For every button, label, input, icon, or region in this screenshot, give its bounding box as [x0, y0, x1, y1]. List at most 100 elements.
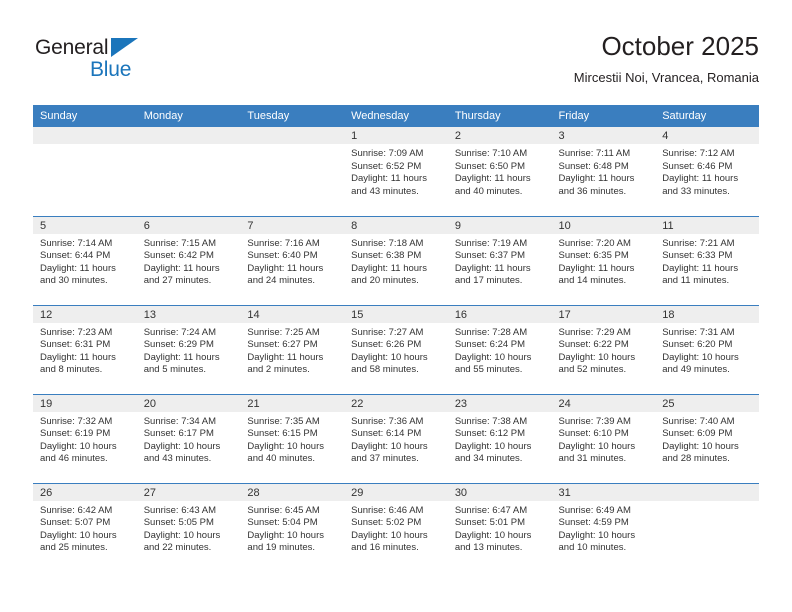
- calendar-day-cell[interactable]: 17 Sunrise: 7:29 AM Sunset: 6:22 PM Dayligh…: [551, 304, 656, 394]
- sunset-text: Sunset: 6:19 PM: [40, 428, 111, 440]
- sunrise-text: Sunrise: 7:14 AM: [40, 237, 113, 249]
- sunset-text: Sunset: 6:46 PM: [662, 160, 733, 172]
- day-number: 16: [447, 305, 552, 323]
- calendar-week-row: 1 Sunrise: 7:09 AM Sunset: 6:52 PM Daylight…: [33, 127, 759, 216]
- calendar-day-cell[interactable]: 26 Sunrise: 6:42 AM Sunset: 5:07 PM Dayligh…: [33, 482, 137, 572]
- calendar-day-cell[interactable]: 2 Sunrise: 7:10 AM Sunset: 6:50 PM Daylight…: [447, 127, 552, 216]
- calendar-day-cell[interactable]: 3 Sunrise: 7:11 AM Sunset: 6:48 PM Daylight…: [551, 127, 656, 216]
- day-number: 31: [551, 483, 656, 501]
- day-number: 12: [33, 305, 137, 323]
- day-sun-info: Sunrise: 7:28 AM Sunset: 6:24 PM Daylight:…: [448, 323, 552, 377]
- day-number: 26: [33, 483, 137, 501]
- calendar-day-cell[interactable]: 12 Sunrise: 7:23 AM Sunset: 6:31 PM Dayligh…: [33, 304, 137, 394]
- sunrise-text: Sunrise: 7:12 AM: [662, 148, 735, 159]
- day-sun-info: Sunrise: 7:23 AM Sunset: 6:31 PM Daylight:…: [33, 323, 137, 377]
- calendar-day-cell[interactable]: 30 Sunrise: 6:47 AM Sunset: 5:01 PM Dayligh…: [447, 482, 552, 572]
- daylight-text: Daylight: 10 hours and 58 minutes.: [351, 351, 428, 376]
- day-number: 2: [447, 127, 552, 144]
- sunset-text: Sunset: 6:35 PM: [558, 250, 629, 262]
- sunrise-text: Sunrise: 7:40 AM: [662, 415, 735, 427]
- calendar-day-cell[interactable]: 9 Sunrise: 7:19 AM Sunset: 6:37 PM Daylight…: [447, 215, 552, 305]
- page-header: General Blue October 2025 Mircestii Noi,…: [33, 30, 759, 98]
- calendar-day-cell[interactable]: 11 Sunrise: 7:21 AM Sunset: 6:33 PM Dayligh…: [655, 215, 759, 305]
- sunset-text: Sunset: 6:40 PM: [247, 250, 318, 262]
- daylight-text: Daylight: 11 hours and 14 minutes.: [558, 262, 635, 287]
- calendar-day-cell[interactable]: 16 Sunrise: 7:28 AM Sunset: 6:24 PM Dayligh…: [447, 304, 552, 394]
- day-sun-info: Sunrise: 7:16 AM Sunset: 6:40 PM Daylight:…: [240, 234, 344, 288]
- day-number: 29: [344, 483, 448, 501]
- calendar-day-cell[interactable]: 10 Sunrise: 7:20 AM Sunset: 6:35 PM Dayligh…: [551, 215, 656, 305]
- calendar-day-cell[interactable]: 5 Sunrise: 7:14 AM Sunset: 6:44 PM Daylight…: [33, 215, 137, 305]
- daylight-text: Daylight: 11 hours and 5 minutes.: [143, 351, 220, 376]
- sunrise-text: Sunrise: 7:34 AM: [143, 415, 217, 427]
- day-number: 3: [551, 127, 656, 144]
- daylight-text: Daylight: 11 hours and 27 minutes.: [143, 262, 220, 287]
- calendar-day-cell[interactable]: 20 Sunrise: 7:34 AM Sunset: 6:17 PM Dayligh…: [136, 393, 241, 483]
- sunset-text: Sunset: 6:31 PM: [40, 339, 111, 351]
- calendar-page: General Blue October 2025 Mircestii Noi,…: [0, 0, 792, 612]
- daylight-text: Daylight: 10 hours and 43 minutes.: [143, 440, 221, 465]
- calendar-grid: Sunday Monday Tuesday Wednesday Thursday…: [33, 105, 759, 572]
- calendar-day-cell[interactable]: 8 Sunrise: 7:18 AM Sunset: 6:38 PM Daylight…: [344, 215, 448, 305]
- calendar-day-cell[interactable]: 29 Sunrise: 6:46 AM Sunset: 5:02 PM Dayligh…: [344, 482, 448, 572]
- day-number: 28: [240, 483, 345, 501]
- calendar-body: 1 Sunrise: 7:09 AM Sunset: 6:52 PM Daylight…: [33, 127, 759, 572]
- sunrise-text: Sunrise: 6:43 AM: [143, 504, 217, 516]
- calendar-day-cell[interactable]: 15 Sunrise: 7:27 AM Sunset: 6:26 PM Dayligh…: [344, 304, 448, 394]
- day-sun-info: Sunrise: 7:24 AM Sunset: 6:29 PM Daylight:…: [137, 323, 241, 377]
- daylight-text: Daylight: 10 hours and 52 minutes.: [558, 351, 636, 376]
- daylight-text: Daylight: 10 hours and 16 minutes.: [351, 529, 428, 554]
- weekday-header-friday: Friday: [551, 105, 656, 127]
- calendar-day-cell[interactable]: 22 Sunrise: 7:36 AM Sunset: 6:14 PM Dayligh…: [344, 393, 448, 483]
- daylight-text: Daylight: 10 hours and 19 minutes.: [247, 529, 324, 554]
- calendar-day-cell[interactable]: 24 Sunrise: 7:39 AM Sunset: 6:10 PM Dayligh…: [551, 393, 656, 483]
- calendar-day-cell[interactable]: 1 Sunrise: 7:09 AM Sunset: 6:52 PM Daylight…: [344, 127, 448, 216]
- day-number: 24: [551, 394, 656, 412]
- day-number: 25: [655, 394, 759, 412]
- day-number: 19: [33, 394, 137, 412]
- sunrise-text: Sunrise: 7:25 AM: [247, 326, 320, 338]
- sunset-text: Sunset: 6:33 PM: [662, 250, 733, 262]
- sunrise-text: Sunrise: 7:16 AM: [247, 237, 320, 249]
- calendar-day-cell[interactable]: 31 Sunrise: 6:49 AM Sunset: 4:59 PM Dayligh…: [551, 482, 656, 572]
- calendar-day-cell[interactable]: 6 Sunrise: 7:15 AM Sunset: 6:42 PM Daylight…: [136, 215, 241, 305]
- daylight-text: Daylight: 11 hours and 8 minutes.: [40, 351, 116, 376]
- logo-triangle-icon: [111, 38, 138, 57]
- calendar-day-cell-empty: [240, 127, 345, 216]
- day-number: 14: [240, 305, 345, 323]
- daylight-text: Daylight: 11 hours and 36 minutes.: [558, 173, 635, 197]
- sunrise-text: Sunrise: 6:45 AM: [247, 504, 320, 516]
- daylight-text: Daylight: 10 hours and 25 minutes.: [40, 529, 117, 554]
- page-title: October 2025: [601, 31, 759, 61]
- calendar-day-cell[interactable]: 27 Sunrise: 6:43 AM Sunset: 5:05 PM Dayligh…: [136, 482, 241, 572]
- sunrise-text: Sunrise: 7:27 AM: [351, 326, 424, 338]
- sunset-text: Sunset: 6:52 PM: [351, 160, 422, 172]
- calendar-day-cell-empty: [33, 127, 137, 216]
- calendar-day-cell[interactable]: 18 Sunrise: 7:31 AM Sunset: 6:20 PM Dayligh…: [655, 304, 759, 394]
- calendar-day-cell[interactable]: 14 Sunrise: 7:25 AM Sunset: 6:27 PM Dayligh…: [240, 304, 345, 394]
- day-sun-info: Sunrise: 6:47 AM Sunset: 5:01 PM Daylight:…: [448, 501, 552, 555]
- calendar-day-cell-empty: [655, 482, 759, 572]
- calendar-day-cell[interactable]: 4 Sunrise: 7:12 AM Sunset: 6:46 PM Daylight…: [655, 127, 759, 216]
- daylight-text: Daylight: 10 hours and 31 minutes.: [558, 440, 636, 465]
- day-sun-info: Sunrise: 7:25 AM Sunset: 6:27 PM Daylight:…: [240, 323, 344, 377]
- day-sun-info: Sunrise: 7:36 AM Sunset: 6:14 PM Daylight:…: [344, 412, 448, 466]
- calendar-day-cell[interactable]: 21 Sunrise: 7:35 AM Sunset: 6:15 PM Dayligh…: [240, 393, 345, 483]
- sunset-text: Sunset: 5:07 PM: [40, 517, 111, 529]
- weekday-header-wednesday: Wednesday: [344, 105, 448, 127]
- day-sun-info: Sunrise: 6:45 AM Sunset: 5:04 PM Daylight:…: [240, 501, 344, 555]
- day-number: 6: [136, 216, 241, 234]
- sunset-text: Sunset: 4:59 PM: [558, 517, 629, 529]
- calendar-week-row: 26 Sunrise: 6:42 AM Sunset: 5:07 PM Dayligh…: [33, 482, 759, 572]
- daylight-text: Daylight: 11 hours and 2 minutes.: [247, 351, 324, 376]
- calendar-day-cell[interactable]: 28 Sunrise: 6:45 AM Sunset: 5:04 PM Dayligh…: [240, 482, 345, 572]
- calendar-day-cell[interactable]: 19 Sunrise: 7:32 AM Sunset: 6:19 PM Dayligh…: [33, 393, 137, 483]
- calendar-day-cell[interactable]: 13 Sunrise: 7:24 AM Sunset: 6:29 PM Dayligh…: [136, 304, 241, 394]
- day-number: 27: [136, 483, 241, 501]
- calendar-day-cell[interactable]: 7 Sunrise: 7:16 AM Sunset: 6:40 PM Daylight…: [240, 215, 345, 305]
- calendar-day-cell[interactable]: 23 Sunrise: 7:38 AM Sunset: 6:12 PM Dayligh…: [447, 393, 552, 483]
- sunrise-text: Sunrise: 7:23 AM: [40, 326, 113, 338]
- calendar-day-cell[interactable]: 25 Sunrise: 7:40 AM Sunset: 6:09 PM Dayligh…: [655, 393, 759, 483]
- daylight-text: Daylight: 10 hours and 22 minutes.: [143, 529, 221, 554]
- day-sun-info: Sunrise: 7:39 AM Sunset: 6:10 PM Daylight:…: [552, 412, 656, 466]
